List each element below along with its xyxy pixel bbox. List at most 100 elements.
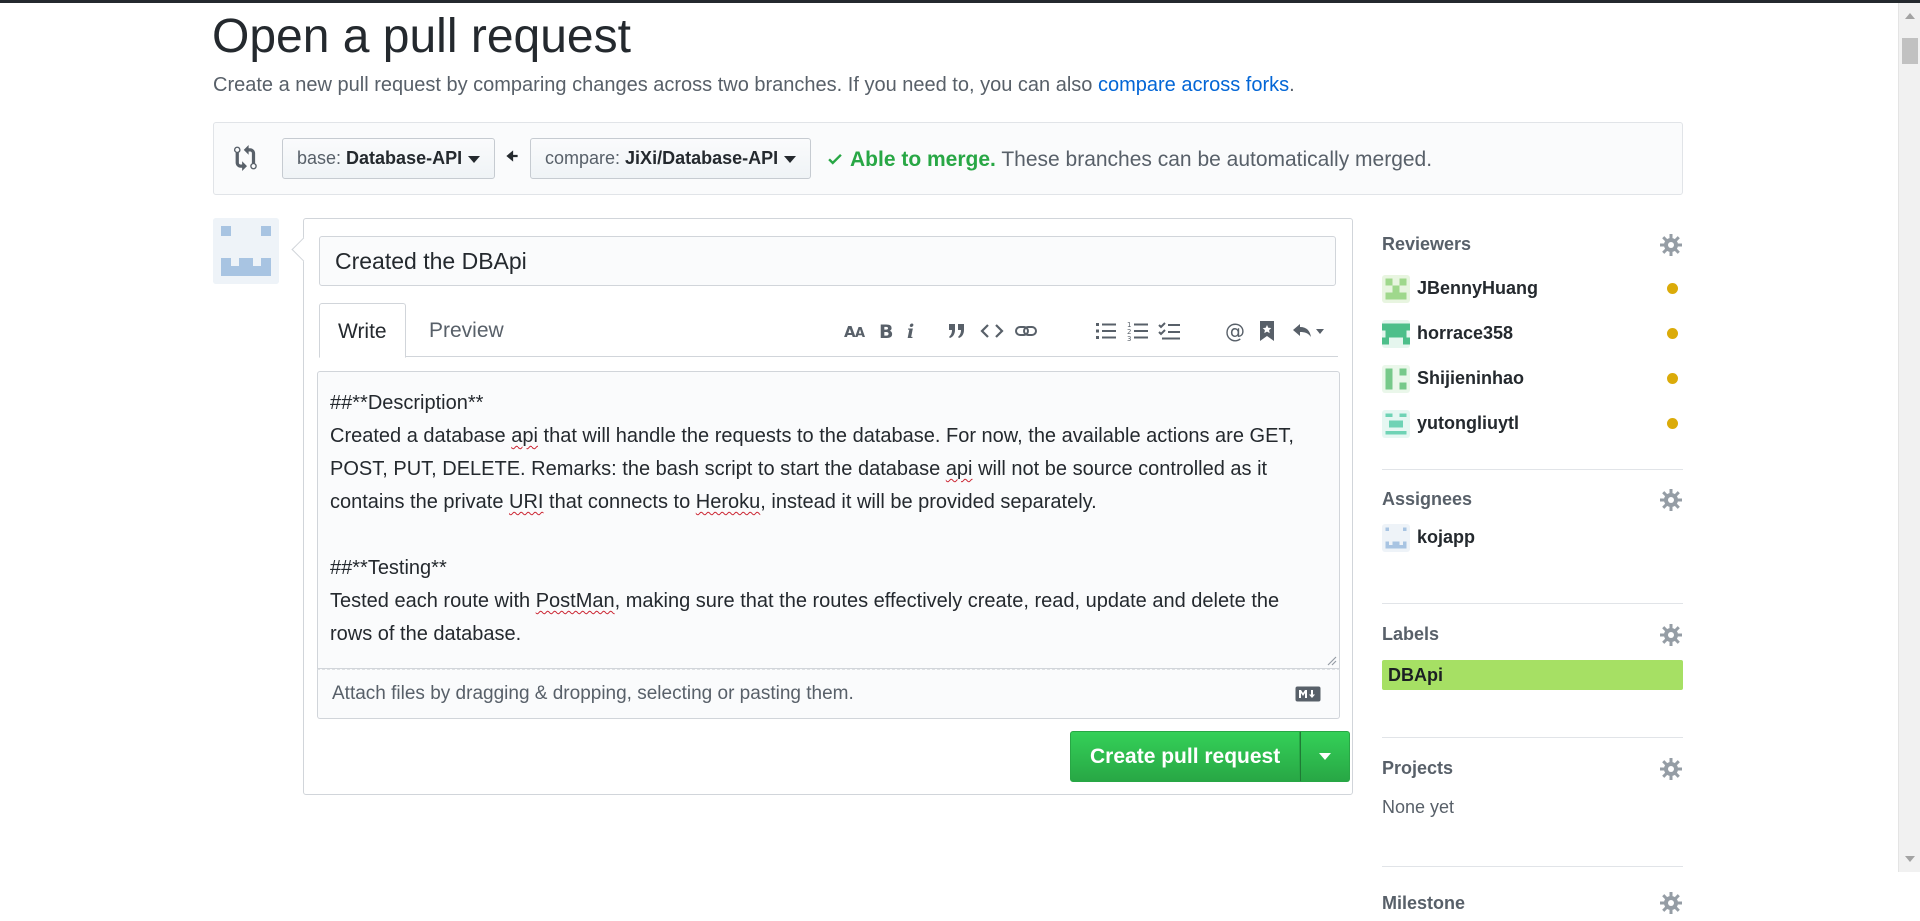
svg-text:i: i — [907, 321, 914, 343]
reviewer-item[interactable]: Shijieninhao — [1382, 356, 1683, 401]
markdown-icon[interactable] — [1295, 686, 1321, 702]
author-avatar — [213, 218, 279, 284]
reviewer-name: yutongliuytl — [1417, 413, 1519, 433]
reviewer-name: horrace358 — [1417, 323, 1514, 343]
base-prefix: base: — [297, 148, 347, 168]
unordered-list-icon[interactable] — [1091, 315, 1121, 347]
page-title: Open a pull request — [212, 10, 631, 63]
ordered-list-icon[interactable]: 123 — [1123, 315, 1153, 347]
milestone-heading: Milestone — [1382, 893, 1466, 913]
avatar — [1382, 319, 1410, 348]
projects-value: None yet — [1382, 797, 1455, 817]
mention-icon[interactable]: @ — [1221, 315, 1251, 347]
scroll-down-arrow-icon[interactable] — [1905, 856, 1915, 862]
reviewer-item[interactable]: JBennyHuang — [1382, 266, 1683, 311]
branch-range-editor: base: Database-API compare: JiXi/Databas… — [213, 122, 1683, 195]
body-line: ##**Description** — [330, 392, 484, 414]
merge-message: These branches can be automatically merg… — [995, 148, 1433, 171]
milestone-section: Milestone — [1382, 891, 1683, 921]
scrollbar-thumb[interactable] — [1902, 38, 1918, 64]
svg-text:A: A — [855, 326, 865, 341]
compare-prefix: compare: — [545, 148, 626, 168]
body-line: Created a database api that will handle … — [330, 425, 1294, 447]
labels-section: Labels DBApi — [1382, 622, 1683, 738]
reviewer-item[interactable]: yutongliuytl — [1382, 401, 1683, 446]
compare-across-forks-link[interactable]: compare across forks — [1098, 74, 1289, 96]
merge-status: Able to merge. These branches can be aut… — [826, 146, 1432, 174]
discussion-sidebar: Reviewers JBennyHuang horrace358 Shijien… — [1382, 228, 1683, 921]
link-icon[interactable] — [1011, 315, 1041, 347]
reviewers-heading: Reviewers — [1382, 234, 1472, 254]
pr-title-input[interactable]: Created the DBApi — [319, 236, 1336, 286]
assignee-name: kojapp — [1417, 527, 1476, 547]
create-options-dropdown[interactable] — [1300, 731, 1351, 782]
attach-files-text: Attach files by dragging & dropping, sel… — [332, 683, 854, 704]
svg-text:@: @ — [1225, 319, 1245, 343]
chevron-down-icon — [784, 155, 797, 163]
create-pr-button-group: Create pull request — [1070, 731, 1351, 782]
code-icon[interactable] — [977, 315, 1007, 347]
git-compare-icon — [234, 145, 257, 171]
chevron-down-icon — [468, 155, 481, 163]
vertical-scrollbar[interactable] — [1898, 3, 1920, 872]
reply-icon[interactable] — [1287, 315, 1329, 347]
subtitle-period: . — [1289, 74, 1295, 96]
pending-status-icon — [1667, 418, 1678, 429]
body-line: ##**Testing** — [330, 557, 447, 579]
reviewer-name: Shijieninhao — [1417, 368, 1525, 388]
label-badge[interactable]: DBApi — [1382, 660, 1683, 690]
pr-body-textarea[interactable]: ##**Description** Created a database api … — [317, 371, 1340, 669]
pending-status-icon — [1667, 373, 1678, 384]
pull-request-composer: Created the DBApi Write Preview AA B i 1… — [303, 218, 1353, 795]
pending-status-icon — [1667, 328, 1678, 339]
assignees-section: Assignees kojapp — [1382, 487, 1683, 604]
arrow-left-icon — [506, 150, 518, 162]
svg-text:3: 3 — [1127, 335, 1131, 343]
avatar — [1382, 364, 1410, 393]
resize-handle-icon[interactable] — [1325, 654, 1337, 666]
file-attach-dropzone[interactable]: Attach files by dragging & dropping, sel… — [317, 669, 1340, 719]
projects-section: Projects None yet — [1382, 756, 1683, 867]
labels-heading: Labels — [1382, 624, 1440, 644]
body-line: POST, PUT, DELETE. Remarks: the bash scr… — [330, 458, 1268, 480]
text-size-icon[interactable]: AA — [839, 315, 873, 347]
tab-write[interactable]: Write — [319, 303, 406, 358]
reviewer-name: JBennyHuang — [1417, 278, 1539, 298]
page-subtitle: Create a new pull request by comparing c… — [213, 71, 1295, 99]
base-branch-select[interactable]: base: Database-API — [282, 138, 496, 179]
avatar — [1382, 523, 1410, 552]
compare-branch-select[interactable]: compare: JiXi/Database-API — [530, 138, 812, 179]
gear-icon[interactable] — [1659, 623, 1683, 647]
base-branch-name: Database-API — [346, 148, 463, 168]
gear-icon[interactable] — [1659, 891, 1683, 915]
chevron-down-icon — [1319, 753, 1332, 760]
merge-ok-text: Able to merge. — [850, 148, 996, 171]
reviewers-section: Reviewers JBennyHuang horrace358 Shijien… — [1382, 228, 1683, 470]
body-line: rows of the database. — [330, 623, 522, 645]
editor-tabs: Write Preview — [319, 303, 1338, 358]
gear-icon[interactable] — [1659, 233, 1683, 257]
subtitle-text: Create a new pull request by comparing c… — [213, 74, 1098, 96]
avatar — [1382, 274, 1410, 303]
svg-text:B: B — [879, 321, 893, 343]
pull-request-page: Open a pull request Create a new pull re… — [0, 3, 1898, 914]
pending-status-icon — [1667, 283, 1678, 294]
body-line: contains the private URI that connects t… — [330, 491, 1097, 513]
compare-branch-name: JiXi/Database-API — [625, 148, 779, 168]
quote-icon[interactable] — [942, 315, 972, 347]
body-line: Tested each route with PostMan, making s… — [330, 590, 1280, 612]
check-icon — [828, 153, 842, 165]
italic-icon[interactable]: i — [897, 315, 927, 347]
gear-icon[interactable] — [1659, 488, 1683, 512]
scroll-up-arrow-icon[interactable] — [1905, 13, 1915, 19]
bookmark-icon[interactable] — [1252, 315, 1282, 347]
gear-icon[interactable] — [1659, 757, 1683, 781]
assignee-item[interactable]: kojapp — [1382, 515, 1683, 560]
tab-preview[interactable]: Preview — [411, 303, 522, 358]
create-pull-request-button[interactable]: Create pull request — [1070, 731, 1301, 782]
reviewer-item[interactable]: horrace358 — [1382, 311, 1683, 356]
projects-heading: Projects — [1382, 758, 1454, 778]
task-list-icon[interactable] — [1155, 315, 1185, 347]
avatar — [1382, 409, 1410, 438]
body-line — [330, 519, 1327, 552]
